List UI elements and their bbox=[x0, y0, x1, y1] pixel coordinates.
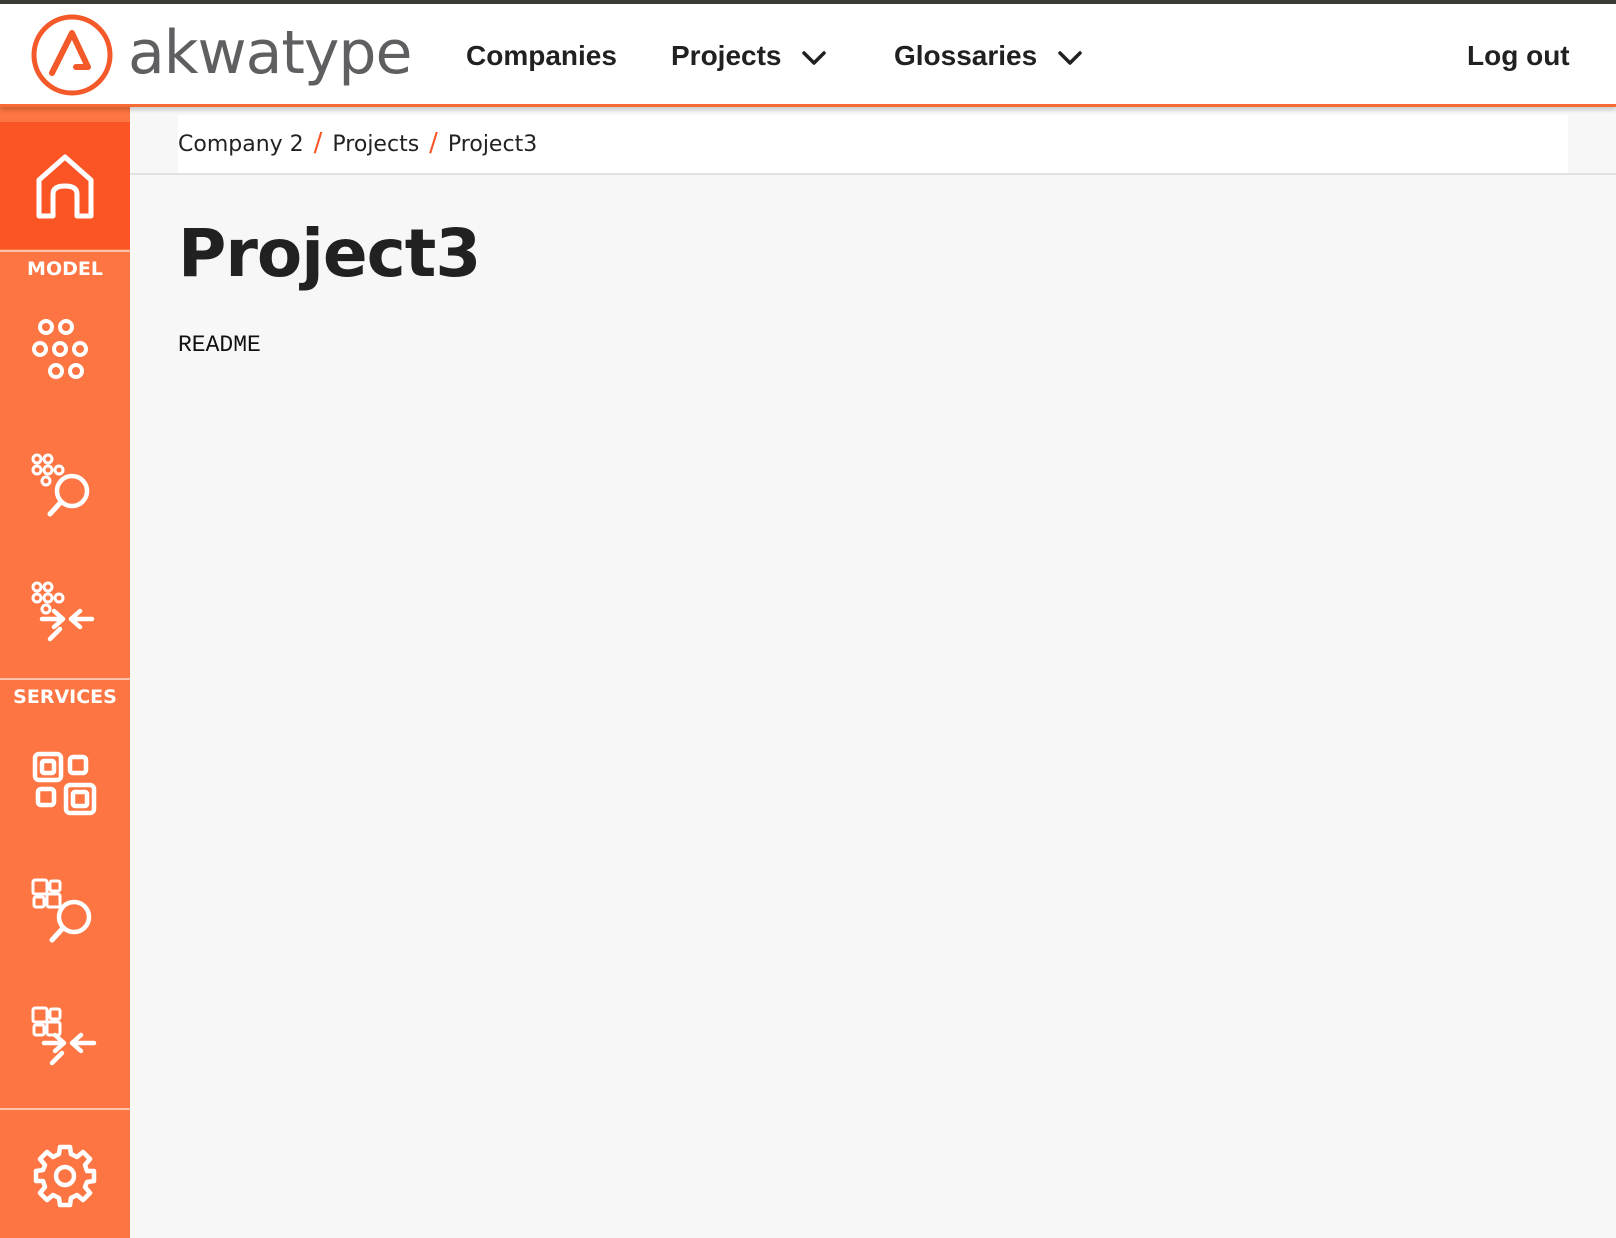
chevron-down-icon bbox=[1058, 50, 1082, 65]
sidebar-divider bbox=[0, 1108, 130, 1110]
sidebar-model-search-button[interactable] bbox=[0, 424, 130, 552]
nav-projects-dropdown[interactable]: Projects bbox=[671, 34, 827, 78]
nav-projects-label: Projects bbox=[671, 40, 782, 71]
services-merge-icon bbox=[31, 1006, 97, 1066]
sidebar: MODEL SERVICES bbox=[0, 104, 130, 1238]
page-title: Project3 bbox=[178, 215, 481, 292]
top-navbar: akwatype Companies Projects Glossaries L… bbox=[0, 4, 1616, 107]
akwatype-logo[interactable]: akwatype bbox=[30, 13, 430, 101]
sidebar-model-merge-button[interactable] bbox=[0, 552, 130, 680]
model-search-icon bbox=[31, 453, 90, 517]
sidebar-settings-button[interactable] bbox=[0, 1114, 130, 1238]
breadcrumb-current-project: Project3 bbox=[447, 132, 538, 157]
sidebar-services-search-button[interactable] bbox=[0, 848, 130, 976]
sidebar-divider bbox=[0, 250, 130, 252]
sidebar-section-services: SERVICES bbox=[13, 686, 117, 708]
services-search-icon bbox=[31, 878, 92, 943]
logout-link[interactable]: Log out bbox=[1467, 34, 1570, 78]
home-icon bbox=[36, 154, 94, 218]
nav-glossaries-dropdown[interactable]: Glossaries bbox=[894, 34, 1083, 78]
sidebar-services-merge-button[interactable] bbox=[0, 976, 130, 1104]
breadcrumb-separator: / bbox=[429, 128, 438, 158]
nav-companies-label: Companies bbox=[466, 40, 617, 71]
breadcrumb-divider bbox=[130, 173, 1616, 175]
nav-glossaries-label: Glossaries bbox=[894, 40, 1038, 71]
chevron-down-icon bbox=[802, 50, 827, 65]
model-icon bbox=[32, 319, 88, 379]
nav-companies[interactable]: Companies bbox=[466, 34, 617, 78]
readme-text: README bbox=[178, 332, 261, 358]
gear-icon bbox=[33, 1144, 97, 1208]
logo-text: akwatype bbox=[128, 18, 412, 88]
akwatype-logo-icon bbox=[31, 14, 113, 96]
sidebar-section-model: MODEL bbox=[27, 258, 103, 280]
sidebar-services-button[interactable] bbox=[0, 720, 130, 848]
breadcrumb: Company 2 / Projects / Project3 bbox=[178, 128, 537, 158]
breadcrumb-projects[interactable]: Projects bbox=[332, 132, 419, 157]
sidebar-model-button[interactable] bbox=[0, 292, 130, 412]
breadcrumb-separator: / bbox=[313, 128, 323, 158]
main-content: Company 2 / Projects / Project3 Project3 REA… bbox=[130, 107, 1616, 1238]
services-icon bbox=[32, 751, 97, 816]
model-merge-icon bbox=[31, 581, 95, 642]
sidebar-home-button[interactable] bbox=[0, 122, 130, 249]
logout-label: Log out bbox=[1467, 40, 1570, 71]
sidebar-divider bbox=[0, 678, 130, 680]
breadcrumb-company[interactable]: Company 2 bbox=[178, 132, 304, 157]
